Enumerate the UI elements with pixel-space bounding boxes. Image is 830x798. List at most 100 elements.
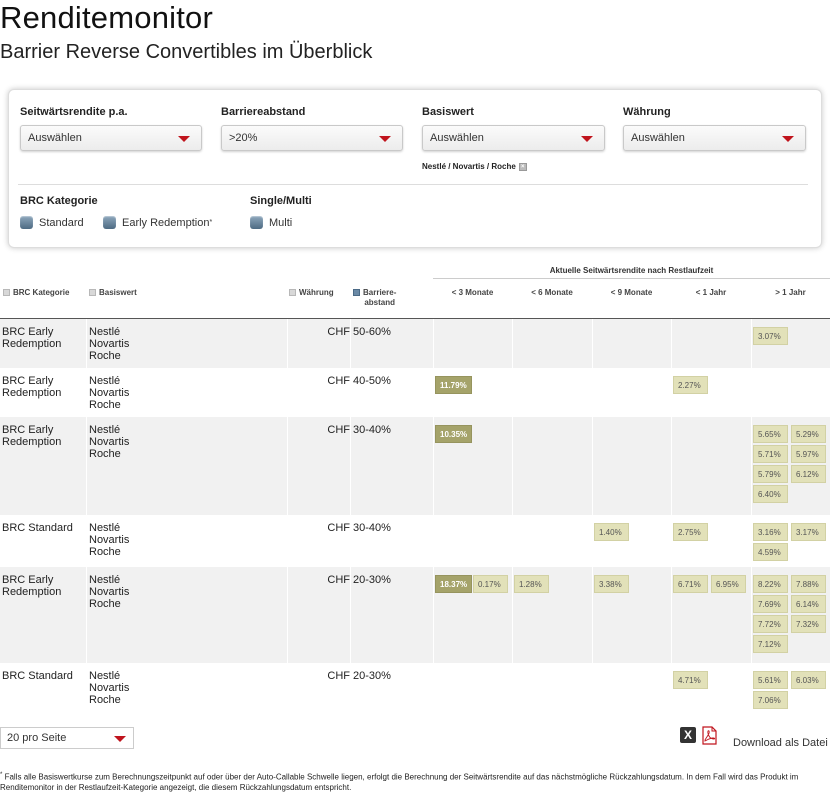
- th-lt3m[interactable]: < 3 Monate: [433, 288, 512, 297]
- column-divider: [86, 417, 87, 515]
- table-row[interactable]: BRC Standard Nestlé Novartis Roche CHF 30-4…: [0, 515, 830, 567]
- yield-badge[interactable]: 0.17%: [473, 575, 508, 593]
- table-row[interactable]: BRC Standard Nestlé Novartis Roche CHF 20-3…: [0, 663, 830, 713]
- sort-icon: [3, 289, 10, 296]
- th-kategorie[interactable]: BRC Kategorie: [3, 288, 69, 297]
- cell-basiswert: Nestlé Novartis Roche: [89, 424, 130, 460]
- th-waehrung[interactable]: Währung: [289, 288, 334, 297]
- yield-badge[interactable]: 3.16%: [753, 523, 788, 541]
- yield-badge[interactable]: 3.17%: [791, 523, 826, 541]
- column-divider: [86, 515, 87, 567]
- th-barriereabstand[interactable]: Barriere- abstand: [353, 288, 396, 308]
- column-divider: [287, 663, 288, 713]
- yield-badge[interactable]: 10.35%: [435, 425, 473, 443]
- basiswert-select[interactable]: Auswählen: [422, 125, 605, 151]
- basiswert-selection: Nestlé / Novartis / Roche ×: [422, 162, 527, 171]
- column-divider: [751, 567, 752, 663]
- chevron-down-icon: [581, 136, 593, 142]
- filter-label-kategorie: BRC Kategorie: [20, 195, 98, 207]
- table-row[interactable]: BRC Early Redemption Nestlé Novartis Roch…: [0, 368, 830, 417]
- th-lt6m[interactable]: < 6 Monate: [512, 288, 592, 297]
- table-row[interactable]: BRC Early Redemption Nestlé Novartis Roch…: [0, 567, 830, 663]
- kategorie-standard-checkbox[interactable]: Standard: [20, 216, 84, 229]
- group-header-line: [433, 278, 830, 279]
- table-row[interactable]: BRC Early Redemption Nestlé Novartis Roch…: [0, 417, 830, 515]
- yield-badge[interactable]: 5.71%: [753, 445, 788, 463]
- yield-badge[interactable]: 1.40%: [594, 523, 629, 541]
- column-divider: [592, 368, 593, 417]
- cell-kategorie: BRC Standard: [2, 522, 73, 534]
- waehrung-value: Auswählen: [631, 132, 685, 144]
- yield-badge[interactable]: 7.69%: [753, 595, 788, 613]
- yield-badge[interactable]: 6.95%: [711, 575, 746, 593]
- waehrung-select[interactable]: Auswählen: [623, 125, 806, 151]
- barriereabstand-select[interactable]: >20%: [221, 125, 403, 151]
- cell-kategorie: BRC Early Redemption: [2, 375, 62, 399]
- excel-icon[interactable]: X: [680, 727, 696, 743]
- column-divider: [592, 663, 593, 713]
- yield-badge[interactable]: 5.97%: [791, 445, 826, 463]
- remove-selection-icon[interactable]: ×: [518, 162, 527, 171]
- group-header: Aktuelle Seitwärtsrendite nach Restlaufz…: [549, 266, 714, 275]
- footnote-marker: *: [0, 772, 3, 778]
- yield-badge[interactable]: 4.71%: [673, 671, 708, 689]
- column-divider: [512, 368, 513, 417]
- th-basiswert[interactable]: Basiswert: [89, 288, 137, 297]
- th-gt1y[interactable]: > 1 Jahr: [751, 288, 830, 297]
- yield-badge[interactable]: 6.14%: [791, 595, 826, 613]
- yield-badge[interactable]: 2.75%: [673, 523, 708, 541]
- column-divider: [512, 515, 513, 567]
- yield-badge[interactable]: 7.72%: [753, 615, 788, 633]
- cell-waehrung: CHF: [327, 670, 350, 682]
- yield-badge[interactable]: 4.59%: [753, 543, 788, 561]
- column-divider: [671, 567, 672, 663]
- multi-label: Multi: [269, 216, 293, 229]
- yield-badge[interactable]: 6.40%: [753, 485, 788, 503]
- sort-icon: [289, 289, 296, 296]
- seitwaertsrendite-select[interactable]: Auswählen: [20, 125, 202, 151]
- yield-badge[interactable]: 7.88%: [791, 575, 826, 593]
- column-divider: [86, 567, 87, 663]
- yield-badge[interactable]: 11.79%: [435, 376, 472, 394]
- column-divider: [592, 417, 593, 515]
- cell-kategorie: BRC Early Redemption: [2, 424, 62, 448]
- pdf-icon[interactable]: [701, 726, 718, 745]
- cell-waehrung: CHF: [327, 375, 350, 387]
- multi-checkbox[interactable]: Multi: [250, 216, 292, 229]
- cell-barriereabstand: 20-30%: [353, 574, 391, 586]
- column-divider: [350, 515, 351, 567]
- yield-badge[interactable]: 5.29%: [791, 425, 826, 443]
- yield-badge[interactable]: 2.27%: [673, 376, 708, 394]
- th-lt1y[interactable]: < 1 Jahr: [671, 288, 751, 297]
- cell-waehrung: CHF: [327, 522, 350, 534]
- per-page-select[interactable]: 20 pro Seite: [0, 727, 134, 749]
- yield-badge[interactable]: 7.32%: [791, 615, 826, 633]
- th-lt9m[interactable]: < 9 Monate: [592, 288, 671, 297]
- sort-active-icon: [353, 289, 360, 296]
- column-divider: [671, 368, 672, 417]
- yield-badge[interactable]: 3.07%: [753, 327, 788, 345]
- kategorie-early-redemption-checkbox[interactable]: Early Redemption *: [103, 216, 212, 229]
- cell-basiswert: Nestlé Novartis Roche: [89, 375, 130, 411]
- yield-badge[interactable]: 5.61%: [753, 671, 788, 689]
- yield-badge[interactable]: 5.65%: [753, 425, 788, 443]
- yield-badge[interactable]: 3.38%: [594, 575, 629, 593]
- yield-badge[interactable]: 6.12%: [791, 465, 826, 483]
- yield-badge[interactable]: 7.12%: [753, 635, 788, 653]
- filter-label-waehrung: Währung: [623, 106, 671, 118]
- yield-badge[interactable]: 6.71%: [673, 575, 708, 593]
- yield-badge[interactable]: 1.28%: [514, 575, 549, 593]
- yield-badge[interactable]: 18.37%: [435, 575, 473, 593]
- chevron-down-icon: [114, 736, 126, 742]
- column-divider: [671, 663, 672, 713]
- table-row[interactable]: BRC Early Redemption Nestlé Novartis Roch…: [0, 319, 830, 368]
- per-page-value: 20 pro Seite: [7, 732, 67, 744]
- yield-badge[interactable]: 7.06%: [753, 691, 788, 709]
- yield-badge[interactable]: 5.79%: [753, 465, 788, 483]
- sort-icon: [89, 289, 96, 296]
- yield-badge[interactable]: 8.22%: [753, 575, 788, 593]
- cell-kategorie: BRC Early Redemption: [2, 326, 62, 350]
- yield-badge[interactable]: 6.03%: [791, 671, 826, 689]
- th-barriereabstand-label: Barriere- abstand: [363, 288, 397, 307]
- download-link[interactable]: Download als Datei: [733, 737, 828, 749]
